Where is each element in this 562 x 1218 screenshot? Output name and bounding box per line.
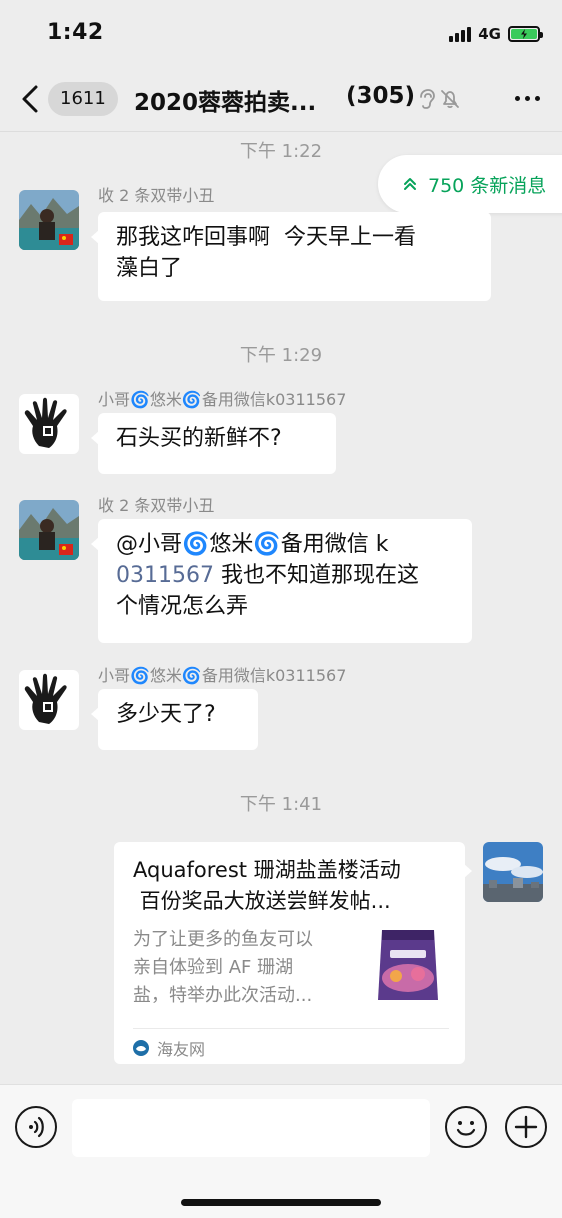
link-card-desc-line: 亲自体验到 AF 珊湖: [133, 957, 294, 978]
message-text-line: 多少天了?: [116, 702, 216, 727]
hand-print-avatar-icon: [19, 670, 79, 730]
message-input-bar: [0, 1084, 562, 1218]
sender-name: 小哥🌀悠米🌀备用微信k0311567: [98, 390, 347, 409]
link-card-source: 海友网: [133, 1036, 205, 1060]
link-card-title-line: 百份奖品大放送尝鲜发帖...: [133, 889, 391, 913]
message-text-line: 个情况怎么弄: [116, 594, 249, 619]
message-text-line: 藻白了: [116, 256, 183, 281]
message-text-line: 石头买的新鲜不?: [116, 426, 282, 451]
chat-header: 1611 2020蓉蓉拍卖... (305): [0, 66, 562, 132]
avatar-photo-icon: [19, 190, 79, 250]
status-time: 1:42: [47, 20, 104, 45]
more-functions-button[interactable]: [505, 1106, 547, 1148]
message-text-span: 我也不知道那现在这: [213, 563, 419, 588]
more-options-button[interactable]: [515, 96, 540, 101]
message-bubble[interactable]: 石头买的新鲜不?: [91, 413, 336, 474]
timestamp: 下午 1:41: [239, 794, 323, 815]
message-bubble[interactable]: 那我这咋回事啊 今天早上一看 藻白了: [91, 212, 491, 301]
status-indicators: 4G: [449, 24, 543, 44]
mute-bell-icon: [441, 90, 459, 109]
link-card-title: Aquaforest 珊湖盐盖楼活动 百份奖品大放送尝鲜发帖...: [133, 855, 451, 917]
battery-icon: [508, 26, 543, 42]
back-button[interactable]: [18, 84, 46, 114]
timestamp: 下午 1:29: [239, 345, 323, 366]
link-card-title-line: Aquaforest 珊湖盐盖楼活动: [133, 858, 401, 882]
message-text-line: 那我这咋回事啊 今天早上一看: [116, 225, 416, 250]
smiley-icon: [456, 1121, 476, 1136]
sky-cityscape-avatar-icon: [483, 842, 543, 902]
member-count: (305): [346, 83, 416, 109]
status-bar: 1:42 4G: [0, 0, 562, 66]
message-text-line: 0311567 我也不知道那现在这: [116, 560, 454, 591]
new-messages-button[interactable]: 750 条新消息: [378, 155, 562, 213]
network-label: 4G: [478, 25, 501, 43]
unread-count-badge[interactable]: 1611: [48, 82, 118, 116]
message-bubble[interactable]: @小哥🌀悠米🌀备用微信 k 0311567 我也不知道那现在这 个情况怎么弄: [91, 519, 472, 643]
hand-print-avatar-icon: [19, 394, 79, 454]
message-bubble[interactable]: 多少天了?: [91, 689, 258, 750]
link-card-source-name: 海友网: [157, 1040, 206, 1059]
mention-text-line: @小哥🌀悠米🌀备用微信 k: [116, 532, 389, 557]
emoji-button[interactable]: [445, 1106, 487, 1148]
link-card-desc-line: 盐，特举办此次活动...: [133, 985, 313, 1006]
divider: [133, 1028, 449, 1029]
plus-icon: [514, 1115, 538, 1139]
voice-icon: [29, 1116, 44, 1138]
link-card-desc-line: 为了让更多的鱼友可以: [133, 929, 313, 950]
product-bag-thumbnail-icon: [378, 930, 438, 1000]
message-text-input[interactable]: [72, 1099, 430, 1157]
link-card[interactable]: Aquaforest 珊湖盐盖楼活动 百份奖品大放送尝鲜发帖... 为了让更多的…: [114, 842, 472, 1064]
my-avatar[interactable]: [483, 842, 543, 902]
sender-name: 收 2 条双带小丑: [98, 186, 215, 205]
avatar[interactable]: [19, 394, 79, 454]
home-indicator: [181, 1199, 381, 1206]
signal-icon: [449, 26, 472, 42]
sender-name: 小哥🌀悠米🌀备用微信k0311567: [98, 666, 347, 685]
double-chevron-up-icon: [404, 178, 416, 190]
chat-title: 2020蓉蓉拍卖...: [134, 90, 317, 116]
link-card-description: 为了让更多的鱼友可以 亲自体验到 AF 珊湖 盐，特举办此次活动...: [133, 926, 355, 1010]
ear-icon: [420, 89, 435, 109]
sender-name: 收 2 条双带小丑: [98, 496, 215, 515]
new-messages-label: 750 条新消息: [428, 174, 547, 197]
avatar[interactable]: [19, 670, 79, 730]
chevron-left-icon: [22, 85, 38, 113]
mention-number: 0311567: [116, 563, 214, 588]
source-logo-icon: [133, 1040, 149, 1056]
avatar[interactable]: [19, 190, 79, 250]
voice-input-button[interactable]: [15, 1106, 57, 1148]
avatar[interactable]: [19, 500, 79, 560]
avatar-photo-icon: [19, 500, 79, 560]
